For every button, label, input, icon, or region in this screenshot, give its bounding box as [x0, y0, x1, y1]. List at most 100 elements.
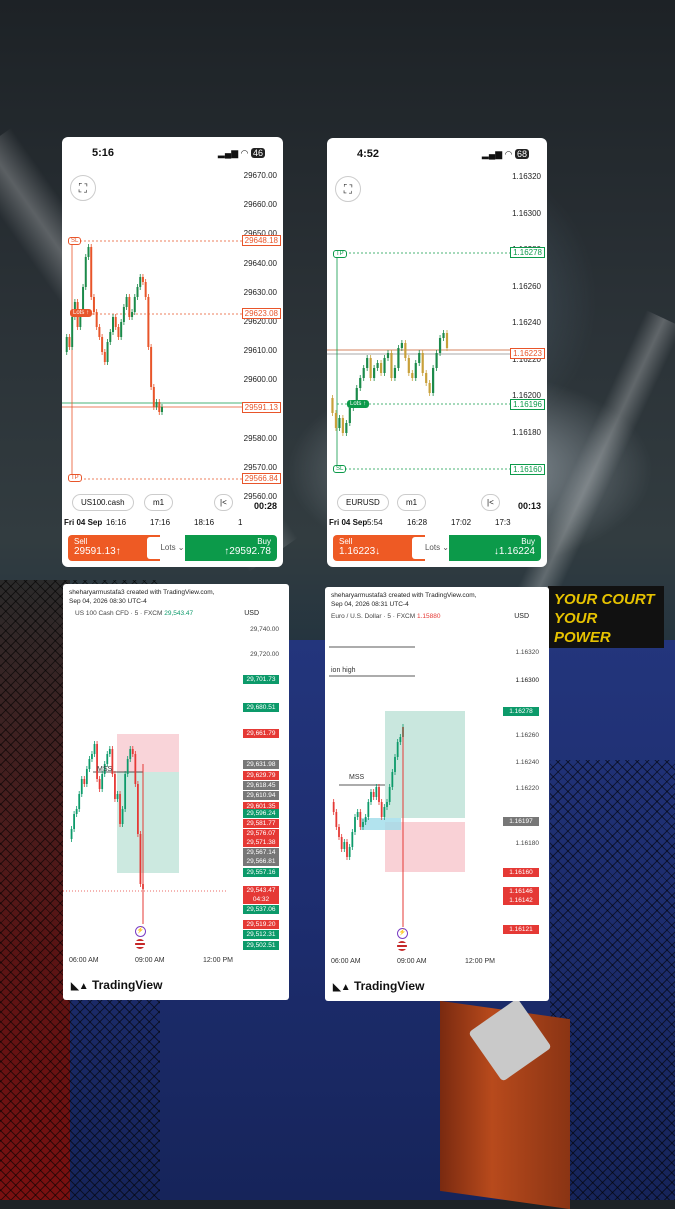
lightning-icon[interactable]: ⚡ — [135, 926, 146, 937]
candle — [125, 297, 128, 307]
candle — [112, 317, 114, 332]
candle — [80, 779, 83, 794]
tp-marker[interactable]: TP — [333, 250, 347, 258]
tradingview-logo: ◣▲ TradingView — [333, 979, 425, 993]
candle — [116, 794, 119, 799]
candle — [383, 358, 386, 373]
candle — [399, 737, 402, 742]
candle — [388, 787, 391, 802]
time-label: 16:28 — [407, 518, 428, 527]
candle — [158, 402, 161, 412]
candle — [90, 247, 93, 297]
lightning-icon[interactable]: ⚡ — [397, 928, 408, 939]
candle — [131, 312, 134, 317]
session-high-label: ion high — [331, 667, 356, 674]
candle — [348, 408, 351, 423]
candle — [147, 297, 150, 347]
us-flag-icon[interactable] — [135, 939, 145, 949]
buy-button[interactable]: Buy ↓1.16224 — [449, 535, 541, 561]
candle — [70, 829, 73, 839]
candle — [372, 792, 375, 797]
sl-marker[interactable]: SL — [68, 237, 82, 245]
tradingview-logo: ◣▲ TradingView — [71, 978, 163, 992]
profit-zone — [117, 772, 179, 873]
candle — [128, 297, 131, 317]
candle — [421, 353, 424, 373]
collapse-icon[interactable]: |< — [214, 494, 233, 511]
sell-button[interactable]: Sell 1.16223↓ — [333, 535, 425, 561]
time-label: 09:00 AM — [135, 957, 165, 964]
candle — [136, 784, 139, 834]
collapse-icon[interactable]: |< — [481, 494, 500, 511]
candle — [345, 423, 348, 433]
candle — [366, 358, 369, 368]
candle — [124, 774, 127, 809]
candle — [354, 817, 356, 832]
timeframe-selector[interactable]: m1 — [144, 494, 174, 511]
sell-button[interactable]: Sell 29591.13↑ — [68, 535, 160, 561]
candle — [88, 759, 91, 769]
candle — [65, 337, 68, 352]
candle — [101, 337, 104, 352]
time-label: 16:16 — [106, 518, 127, 527]
candle — [106, 754, 109, 764]
sl-marker[interactable]: SL — [333, 465, 347, 473]
candle — [359, 812, 362, 827]
candle — [393, 368, 397, 378]
candle — [369, 358, 372, 378]
candle — [378, 787, 380, 802]
candle — [129, 749, 132, 759]
candle — [334, 413, 338, 428]
time-label: 5:54 — [367, 518, 383, 527]
us-flag-icon[interactable] — [397, 941, 407, 951]
candle — [362, 368, 365, 378]
candle — [92, 297, 95, 312]
candle — [375, 787, 378, 797]
candle — [78, 794, 81, 809]
date-label: Fri 04 Sep — [64, 518, 103, 527]
candle — [438, 338, 442, 353]
time-label: 06:00 AM — [69, 957, 99, 964]
buy-button[interactable]: Buy ↑29592.78 — [185, 535, 277, 561]
position-lots-marker[interactable]: Lots ↑ — [347, 400, 370, 408]
candle — [407, 358, 410, 373]
tp-marker[interactable]: TP — [68, 474, 82, 482]
time-label: 1 — [238, 518, 243, 527]
candle — [93, 744, 96, 754]
profit-zone — [385, 711, 465, 818]
candle — [390, 353, 393, 378]
position-lots-marker[interactable]: Lots ↑ — [70, 309, 93, 317]
candle-countdown: 00:13 — [517, 501, 541, 511]
phone-screenshot-eurusd: 4:52 ▂▄▆ ◠ 68 ⛶ 1.163201.163001.162801.1… — [327, 138, 547, 567]
candle — [341, 418, 344, 433]
candle — [96, 744, 98, 779]
price-chart — [329, 646, 465, 927]
candle — [136, 287, 139, 297]
candle — [380, 802, 383, 817]
candle — [411, 373, 414, 378]
candle — [364, 817, 367, 822]
candle — [343, 842, 346, 849]
candle — [351, 832, 354, 847]
candle — [95, 312, 98, 327]
symbol-selector[interactable]: EURUSD — [337, 494, 389, 511]
candle — [126, 759, 129, 774]
candle — [133, 297, 136, 312]
candle — [370, 792, 372, 802]
candle — [91, 754, 93, 759]
candle — [338, 418, 341, 428]
time-label: 17:02 — [451, 518, 472, 527]
candle — [362, 822, 364, 827]
candle — [139, 834, 142, 884]
time-label: 12:00 PM — [203, 957, 233, 964]
candle — [356, 812, 359, 817]
trade-bar: Sell 29591.13↑ Lots ⌄ Buy ↑29592.78 — [68, 535, 277, 561]
symbol-selector[interactable]: US100.cash — [72, 494, 134, 511]
mss-label: MSS — [349, 774, 365, 781]
candle — [418, 353, 421, 363]
sl-price-tag: 29648.18 — [241, 235, 281, 246]
candle — [386, 353, 390, 358]
candle — [428, 383, 431, 393]
candle — [114, 317, 117, 327]
timeframe-selector[interactable]: m1 — [397, 494, 427, 511]
